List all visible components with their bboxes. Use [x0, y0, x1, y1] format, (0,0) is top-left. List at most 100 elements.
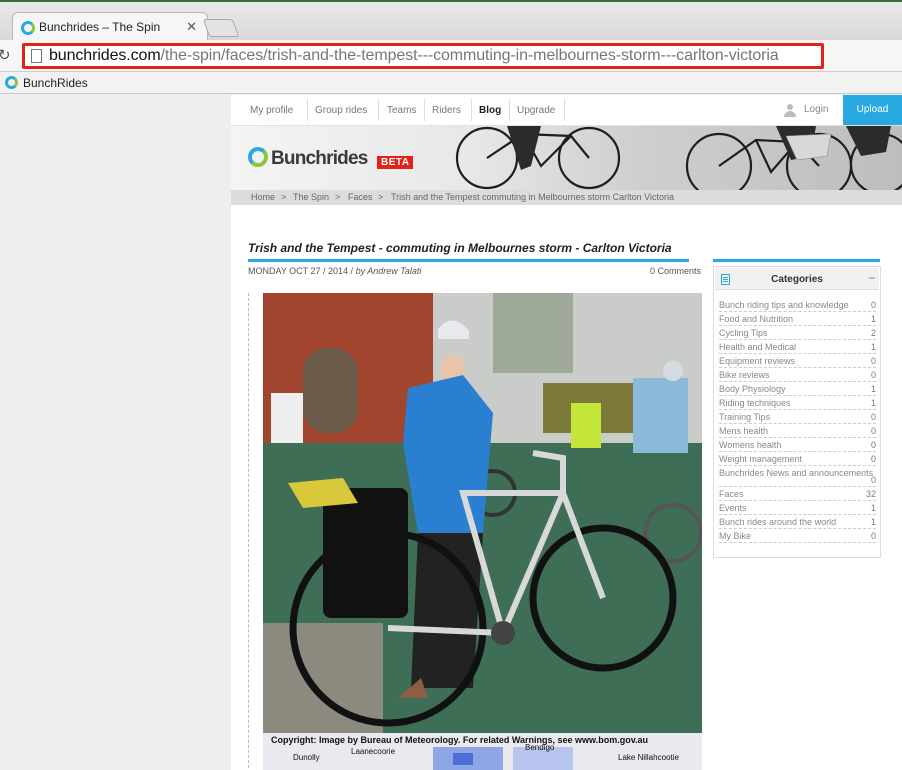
map-place-label: Laanecoorie [351, 747, 396, 756]
reload-icon[interactable]: ↻ [0, 46, 11, 64]
category-name[interactable]: Body Physiology [719, 384, 786, 394]
categories-widget: Categories – Bunch riding tips and knowl… [713, 266, 881, 558]
category-count: 1 [870, 342, 876, 352]
category-count: 0 [870, 412, 876, 422]
collapse-icon[interactable]: – [869, 272, 875, 284]
url-path: /the-spin/faces/trish-and-the-tempest---… [160, 47, 779, 64]
breadcrumb-faces[interactable]: Faces [348, 192, 373, 202]
category-count: 1 [870, 314, 876, 324]
breadcrumb-the-spin[interactable]: The Spin [293, 192, 329, 202]
nav-divider [564, 99, 565, 121]
category-item[interactable]: Events 1 [719, 501, 876, 515]
nav-divider [307, 99, 308, 121]
address-bar[interactable]: bunchrides.com/the-spin/faces/trish-and-… [22, 43, 824, 69]
category-name[interactable]: Riding techniques [719, 398, 791, 408]
category-count: 1 [870, 384, 876, 394]
site-logo-text[interactable]: Bunchrides [271, 148, 368, 170]
trish-with-bicycle-image [263, 293, 702, 733]
new-tab-button[interactable] [202, 19, 240, 37]
comments-link[interactable]: 0 Comments [650, 266, 701, 276]
category-item[interactable]: Body Physiology 1 [719, 382, 876, 396]
map-place-label: Dunolly [293, 753, 320, 762]
category-item[interactable]: My Bike 0 [719, 529, 876, 543]
site-nav: My profile Group rides Teams Riders Blog… [231, 95, 902, 126]
category-item[interactable]: Equipment reviews 0 [719, 354, 876, 368]
category-name[interactable]: Cycling Tips [719, 328, 768, 338]
category-name[interactable]: Bike reviews [719, 370, 770, 380]
category-name[interactable]: Mens health [719, 426, 768, 436]
category-item[interactable]: Womens health 0 [719, 438, 876, 452]
bookmark-bunchrides[interactable]: BunchRides [23, 76, 88, 90]
category-count: 32 [865, 489, 876, 499]
category-name[interactable]: Bunch riding tips and knowledge [719, 300, 849, 310]
nav-group-rides[interactable]: Group rides [315, 105, 367, 116]
page-icon [31, 49, 42, 63]
category-item[interactable]: Bunch riding tips and knowledge 0 [719, 298, 876, 312]
bookmarks-bar: BunchRides [0, 72, 902, 94]
browser-tab[interactable]: Bunchrides – The Spin ✕ [12, 12, 208, 42]
post-meta: MONDAY OCT 27 / 2014 / by Andrew Talati [248, 266, 421, 276]
category-name[interactable]: Equipment reviews [719, 356, 795, 366]
bunchrides-bookmark-icon [5, 76, 18, 89]
category-item[interactable]: Food and Nutrition 1 [719, 312, 876, 326]
login-link[interactable]: Login [804, 104, 828, 115]
category-name[interactable]: Events [719, 503, 747, 513]
upload-button[interactable]: Upload [843, 95, 902, 125]
category-count: 1 [870, 503, 876, 513]
title-underline [248, 259, 689, 262]
browser-tab-strip: Bunchrides – The Spin ✕ [0, 0, 902, 42]
nav-divider [509, 99, 510, 121]
nav-teams[interactable]: Teams [387, 105, 416, 116]
browser-toolbar: ↻ bunchrides.com/the-spin/faces/trish-an… [0, 40, 902, 72]
category-count: 1 [870, 398, 876, 408]
category-count: 0 [870, 370, 876, 380]
nav-my-profile[interactable]: My profile [250, 105, 293, 116]
category-item[interactable]: Faces 32 [719, 487, 876, 501]
post-author[interactable]: by Andrew Talati [356, 266, 422, 276]
nav-divider [378, 99, 379, 121]
category-name[interactable]: Health and Medical [719, 342, 796, 352]
category-item[interactable]: Health and Medical 1 [719, 340, 876, 354]
nav-upgrade[interactable]: Upgrade [517, 105, 555, 116]
post-title: Trish and the Tempest - commuting in Mel… [248, 241, 672, 255]
url-host: bunchrides.com [49, 47, 161, 64]
nav-divider [471, 99, 472, 121]
categories-list: Bunch riding tips and knowledge 0 Food an… [719, 298, 876, 543]
category-count: 0 [870, 440, 876, 450]
nav-divider [424, 99, 425, 121]
categories-header[interactable]: Categories – [715, 268, 879, 290]
breadcrumb-current: Trish and the Tempest commuting in Melbo… [391, 192, 674, 202]
category-count: 0 [870, 426, 876, 436]
beta-badge: BETA [377, 156, 414, 169]
breadcrumb-separator: > [335, 192, 341, 202]
category-item[interactable]: Riding techniques 1 [719, 396, 876, 410]
url-text[interactable]: bunchrides.com/the-spin/faces/trish-and-… [49, 47, 779, 65]
nav-riders[interactable]: Riders [432, 105, 461, 116]
category-name[interactable]: Weight management [719, 454, 802, 464]
category-name[interactable]: Training Tips [719, 412, 770, 422]
category-count: 0 [870, 356, 876, 366]
map-copyright: Copyright: Image by Bureau of Meteorolog… [271, 735, 649, 745]
categories-underline [713, 259, 880, 262]
breadcrumb: Home > The Spin > Faces > Trish and the … [231, 190, 902, 205]
category-name[interactable]: Bunchrides News and announcements [719, 468, 873, 478]
category-name[interactable]: Bunch rides around the world [719, 517, 836, 527]
breadcrumb-home[interactable]: Home [251, 192, 275, 202]
category-count: 0 [870, 475, 876, 485]
category-item[interactable]: Bike reviews 0 [719, 368, 876, 382]
category-item[interactable]: Bunch rides around the world 1 [719, 515, 876, 529]
category-name[interactable]: Faces [719, 489, 744, 499]
nav-blog[interactable]: Blog [479, 105, 501, 116]
category-item[interactable]: Training Tips 0 [719, 410, 876, 424]
breadcrumb-separator: > [281, 192, 287, 202]
category-name[interactable]: Womens health [719, 440, 781, 450]
category-item[interactable]: Mens health 0 [719, 424, 876, 438]
category-name[interactable]: Food and Nutrition [719, 314, 793, 324]
category-count: 1 [870, 517, 876, 527]
bunchrides-logo-icon [248, 147, 268, 167]
category-name[interactable]: My Bike [719, 531, 751, 541]
close-tab-icon[interactable]: ✕ [186, 19, 197, 35]
category-item[interactable]: Bunchrides News and announcements 0 [719, 466, 876, 487]
category-item[interactable]: Cycling Tips 2 [719, 326, 876, 340]
category-item[interactable]: Weight management 0 [719, 452, 876, 466]
